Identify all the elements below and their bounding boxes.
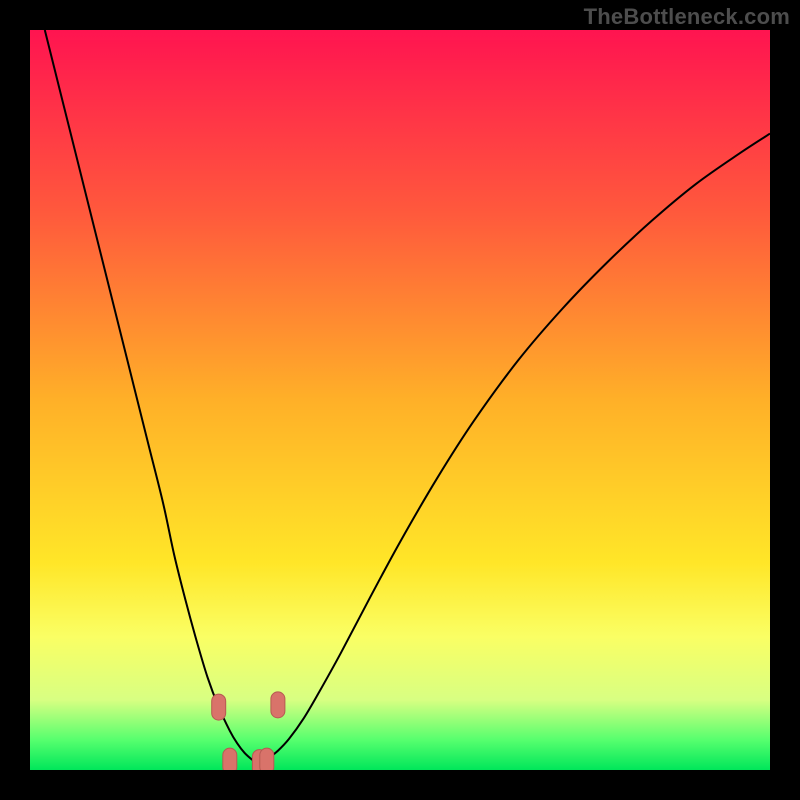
curve-marker — [260, 748, 274, 770]
curve-marker — [271, 692, 285, 718]
chart-frame: TheBottleneck.com — [0, 0, 800, 800]
curve-marker — [223, 748, 237, 770]
curve-marker — [212, 694, 226, 720]
gradient-background — [30, 30, 770, 770]
watermark-text: TheBottleneck.com — [584, 4, 790, 30]
bottleneck-curve-chart — [30, 30, 770, 770]
plot-area — [30, 30, 770, 770]
